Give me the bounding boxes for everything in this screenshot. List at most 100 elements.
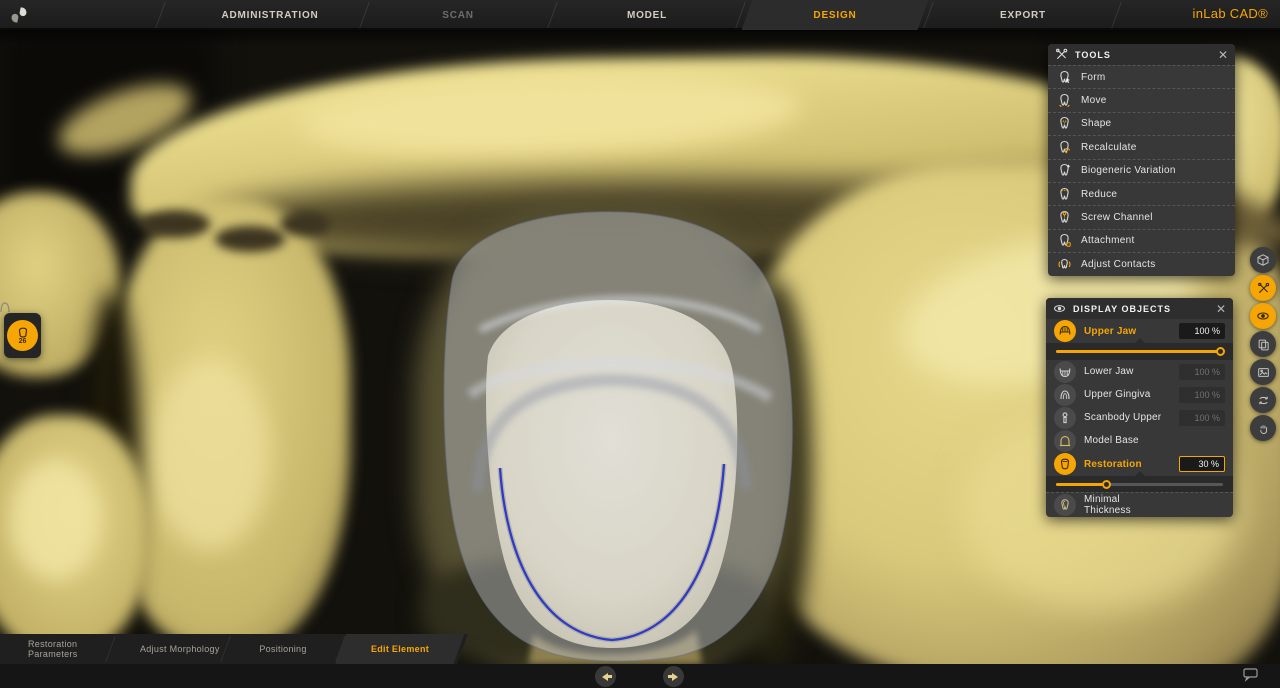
tooth-move-icon [1057, 93, 1072, 108]
view-side-toolbar [1250, 247, 1276, 441]
tab-label: DESIGN [813, 10, 856, 21]
adjust-contacts-icon [1057, 257, 1072, 272]
slider-notch [1135, 471, 1145, 476]
slider-track[interactable] [1056, 350, 1223, 353]
dentsply-sirona-logo [10, 6, 28, 24]
tools-icon [1055, 48, 1068, 61]
display-item-lower-jaw[interactable]: Lower Jaw 100 % [1046, 360, 1233, 383]
view-cube-icon[interactable] [1250, 247, 1276, 273]
lower-jaw-icon [1054, 361, 1076, 383]
slider-fill [1056, 483, 1106, 486]
copy-view-icon[interactable] [1250, 331, 1276, 357]
display-objects-header: DISPLAY OBJECTS ✕ [1046, 298, 1233, 319]
slider-fill [1056, 350, 1223, 353]
close-icon[interactable]: ✕ [1216, 303, 1226, 315]
step-adjust-morphology[interactable]: Adjust Morphology [140, 634, 220, 664]
restoration-icon: 26 [7, 320, 38, 351]
upper-gingiva-icon [1054, 384, 1076, 406]
tool-item-form[interactable]: Form [1048, 65, 1235, 88]
tool-item-shape[interactable]: Shape [1048, 112, 1235, 135]
inlab-cad-app: ADMINISTRATION SCAN MODEL DESIGN EXPORT … [0, 0, 1280, 688]
tab-model[interactable]: MODEL [557, 0, 737, 30]
tool-item-label: Reduce [1081, 189, 1117, 200]
step-positioning[interactable]: Positioning [259, 634, 306, 664]
close-icon[interactable]: ✕ [1218, 49, 1228, 61]
undo-redo-icon[interactable] [1250, 387, 1276, 413]
tab-label: ADMINISTRATION [221, 10, 318, 21]
comment-icon[interactable] [1242, 667, 1260, 682]
step-label: Restoration Parameters [28, 639, 108, 660]
previous-step-button[interactable] [595, 666, 616, 687]
attachment-icon [1057, 233, 1072, 248]
upper-jaw-icon [1054, 320, 1076, 342]
slider-handle[interactable] [1102, 480, 1111, 489]
tool-item-move[interactable]: Move [1048, 88, 1235, 111]
opacity-value[interactable]: 30 % [1179, 456, 1225, 472]
tab-administration[interactable]: ADMINISTRATION [180, 0, 360, 30]
tool-item-attachment[interactable]: Attachment [1048, 229, 1235, 252]
top-navigation-bar: ADMINISTRATION SCAN MODEL DESIGN EXPORT … [0, 0, 1280, 30]
display-item-label: Upper Gingiva [1084, 389, 1151, 400]
screw-channel-icon [1057, 210, 1072, 225]
tool-item-adjust-contacts[interactable]: Adjust Contacts [1048, 252, 1235, 275]
nav-separator [155, 2, 165, 28]
display-objects-title: DISPLAY OBJECTS [1073, 304, 1171, 314]
display-item-label: Upper Jaw [1084, 326, 1136, 337]
tool-item-label: Screw Channel [1081, 212, 1153, 223]
slider-notch [1135, 338, 1145, 343]
tool-item-label: Form [1081, 72, 1106, 83]
display-objects-icon[interactable] [1250, 303, 1276, 329]
tools-icon[interactable] [1250, 275, 1276, 301]
tool-item-screw-channel[interactable]: Screw Channel [1048, 205, 1235, 228]
slider-handle[interactable] [1216, 347, 1225, 356]
opacity-value[interactable]: 100 % [1179, 323, 1225, 339]
step-separator [220, 636, 230, 662]
arrow-left-icon [602, 673, 608, 681]
minimal-thickness-icon [1054, 494, 1076, 516]
next-step-button[interactable] [663, 666, 684, 687]
gingiva-mini-icon [0, 300, 12, 313]
tool-item-label: Attachment [1081, 235, 1135, 246]
step-restoration-parameters[interactable]: Restoration Parameters [28, 634, 108, 664]
restoration-tooth-badge[interactable]: 26 [4, 313, 41, 358]
tool-item-reduce[interactable]: Reduce [1048, 182, 1235, 205]
tooth-number: 26 [19, 338, 27, 345]
tooth-form-icon [1057, 70, 1072, 85]
restoration-opacity-slider[interactable] [1046, 476, 1233, 492]
tooth-recalculate-icon [1057, 140, 1072, 155]
tool-item-label: Shape [1081, 118, 1111, 129]
display-item-label: Lower Jaw [1084, 366, 1134, 377]
model-base-icon [1054, 430, 1076, 452]
tab-scan[interactable]: SCAN [368, 0, 548, 30]
tool-item-label: Biogeneric Variation [1081, 165, 1176, 176]
slider-track[interactable] [1056, 483, 1223, 486]
display-item-upper-gingiva[interactable]: Upper Gingiva 100 % [1046, 383, 1233, 406]
snapshot-icon[interactable] [1250, 359, 1276, 385]
step-edit-element[interactable]: Edit Element [371, 634, 429, 664]
tools-panel: TOOLS ✕ Form Move Shape Recalculate Biog… [1048, 44, 1235, 276]
tool-item-label: Adjust Contacts [1081, 259, 1156, 270]
opacity-value[interactable]: 100 % [1179, 410, 1225, 426]
tooth-shape-icon [1057, 116, 1072, 131]
tab-export[interactable]: EXPORT [933, 0, 1113, 30]
tab-label: SCAN [442, 10, 474, 21]
display-item-scanbody-upper[interactable]: Scanbody Upper 100 % [1046, 406, 1233, 429]
step-label: Edit Element [371, 644, 429, 654]
eye-icon [1053, 302, 1066, 315]
upper-jaw-opacity-slider[interactable] [1046, 343, 1233, 360]
arrow-right-icon [672, 673, 678, 681]
workflow-steps-bar: Restoration Parameters Adjust Morphology… [0, 634, 478, 664]
display-item-minimal-thickness[interactable]: Minimal Thickness [1046, 492, 1233, 517]
grab-move-icon[interactable] [1250, 415, 1276, 441]
step-label: Positioning [259, 644, 306, 654]
scanbody-upper-icon [1054, 407, 1076, 429]
tab-design[interactable]: DESIGN [745, 0, 925, 30]
tool-item-biogeneric-variation[interactable]: Biogeneric Variation [1048, 159, 1235, 182]
tool-item-recalculate[interactable]: Recalculate [1048, 135, 1235, 158]
display-item-label: Scanbody Upper [1084, 412, 1161, 423]
display-item-label: Model Base [1084, 435, 1139, 446]
display-item-model-base[interactable]: Model Base [1046, 429, 1233, 452]
tab-label: EXPORT [1000, 10, 1046, 21]
opacity-value[interactable]: 100 % [1179, 364, 1225, 380]
opacity-value[interactable]: 100 % [1179, 387, 1225, 403]
